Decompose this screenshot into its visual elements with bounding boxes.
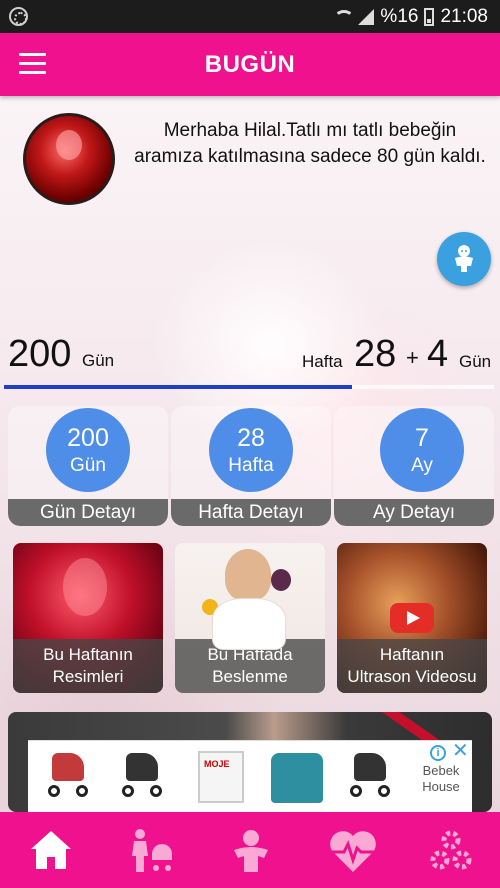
bottom-navigation [0,812,500,888]
month-circle: 7 Ay [380,408,464,492]
ad-close-icon[interactable]: ✕ [452,741,470,761]
nav-mother[interactable] [100,812,200,888]
weekly-pictures-card[interactable]: Bu Haftanın Resimleri [13,543,163,693]
mother-stroller-icon [132,829,172,872]
nav-baby[interactable] [200,812,300,888]
day-detail-card[interactable]: 200 Gün Gün Detayı [8,406,168,526]
ad-brand: Bebek House [414,763,468,795]
week-detail-card[interactable]: 28 Hafta Hafta Detayı [171,406,331,526]
ultrasound-video-caption: Haftanın Ultrason Videosu [337,639,487,693]
ultrasound-video-card[interactable]: Haftanın Ultrason Videosu [337,543,487,693]
week-detail-label: Hafta Detayı [171,499,331,526]
ad-product[interactable] [186,747,256,807]
battery-percent: %16 [380,6,419,27]
weekly-nutrition-caption: Bu Haftada Beslenme [175,639,325,693]
notification-icon [9,7,28,26]
pepper-image [202,599,218,615]
weekly-nutrition-card[interactable]: Bu Haftada Beslenme [175,543,325,693]
caption-line: Bu Haftada [207,645,293,664]
ad-product[interactable] [262,747,332,807]
wifi-icon [334,10,355,24]
days-counter: 200 [8,333,72,375]
ad-product[interactable] [108,747,178,807]
caption-line: Bu Haftanın [43,645,133,664]
day-circle-unit: Gün [70,455,106,476]
day-circle-value: 200 [67,424,109,452]
caption-line: Haftanın [379,645,445,664]
stroller-image [344,753,398,801]
nav-heart[interactable] [300,812,400,888]
week-circle-value: 28 [237,424,265,452]
battery-icon [424,8,435,26]
page-title: BUGÜN [204,51,296,78]
ad-product[interactable] [34,747,104,807]
week-circle: 28 Hafta [209,408,293,492]
month-detail-label: Ay Detayı [334,499,494,526]
month-circle-unit: Ay [411,455,433,476]
day-circle: 200 Gün [46,408,130,492]
pregnancy-progress-bar [4,385,494,389]
ad-product[interactable] [336,747,406,807]
caption-line: Ultrason Videosu [347,667,477,686]
signal-icon [358,9,375,25]
ad-brand-line: Bebek [422,763,460,778]
nav-home[interactable] [0,812,100,888]
greeting-text: Merhaba Hilal.Tatlı mı tatlı bebeğin ara… [134,120,486,167]
nav-settings[interactable] [400,812,500,888]
days-unit: Gün [82,351,115,370]
extra-days-counter: 4 [427,333,449,375]
progress-fill [4,385,352,389]
month-circle-value: 7 [415,424,429,452]
play-icon [390,603,434,633]
caption-line: Resimleri [52,667,124,686]
ad-banner[interactable]: i ✕ Bebek House [28,740,472,812]
gears-icon [430,830,472,870]
clock: 21:08 [440,6,488,27]
home-icon [31,831,71,869]
baby-button[interactable] [437,232,491,286]
extra-days-unit: Gün [459,352,492,371]
app-bar: BUGÜN [0,33,500,96]
week-label: Hafta [302,352,343,371]
plus-sign: + [406,345,419,370]
week-circle-unit: Hafta [228,455,274,476]
status-bar: %16 21:08 [0,0,500,33]
bag-image [271,753,323,803]
product-box-image [198,751,244,803]
fetus-avatar [23,113,115,205]
baby-icon [455,245,473,272]
day-detail-label: Gün Detayı [8,499,168,526]
weekly-pictures-caption: Bu Haftanın Resimleri [13,639,163,693]
caption-line: Beslenme [212,667,288,686]
baby-icon [234,830,268,872]
ad-brand-line: House [422,779,460,794]
heart-pulse-icon [330,831,376,872]
stroller-image [42,753,96,801]
grape-image [271,569,291,591]
week-counter: 28 [354,333,397,375]
ad-info-icon[interactable]: i [430,745,446,761]
month-detail-card[interactable]: 7 Ay Ay Detayı [334,406,494,526]
stroller-image [116,753,170,801]
